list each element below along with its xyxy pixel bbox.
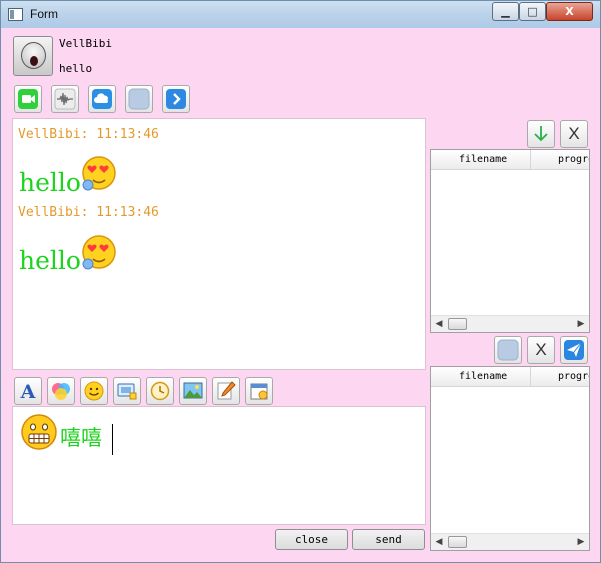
text-cursor: [112, 424, 113, 455]
close-window-button[interactable]: X: [546, 2, 593, 21]
smiley-icon: [84, 381, 104, 401]
table-header: filename progress: [431, 367, 589, 387]
more-button[interactable]: [162, 85, 190, 113]
heart-eyes-emoji-icon: [82, 235, 116, 270]
horizontal-scrollbar[interactable]: ◀ ▶: [431, 315, 589, 332]
clock-icon: [150, 381, 170, 401]
font-icon: A: [20, 381, 36, 402]
input-text: 嘻嘻: [60, 426, 102, 450]
scroll-thumb[interactable]: [448, 536, 467, 548]
accept-file-button[interactable]: [527, 120, 555, 148]
screenshot-icon: [117, 383, 137, 400]
horizontal-scrollbar[interactable]: ◀ ▶: [431, 533, 589, 550]
scroll-thumb[interactable]: [448, 318, 467, 330]
scroll-right-icon[interactable]: ▶: [573, 316, 589, 332]
color-button[interactable]: [47, 377, 75, 405]
arrow-right-icon: [166, 89, 186, 109]
send-button[interactable]: send: [352, 529, 425, 550]
font-button[interactable]: A: [14, 377, 42, 405]
screenshot-button[interactable]: [113, 377, 141, 405]
scroll-left-icon[interactable]: ◀: [431, 534, 447, 550]
grimace-emoji-icon: [21, 414, 57, 450]
cloud-button[interactable]: [88, 85, 116, 113]
message-input[interactable]: 嘻嘻: [12, 406, 426, 525]
column-progress[interactable]: progress: [558, 371, 589, 382]
arrow-down-icon: [534, 126, 548, 142]
send-file-table[interactable]: filename progress ◀ ▶: [430, 366, 590, 551]
column-filename[interactable]: filename: [459, 154, 507, 165]
title-bar: Form ▁ □ X: [0, 0, 601, 28]
blank-icon: [497, 339, 519, 361]
draw-button[interactable]: [212, 377, 240, 405]
message-text: hello: [19, 168, 81, 197]
heart-eyes-emoji-icon: [82, 156, 116, 191]
video-call-icon: [18, 89, 38, 109]
emoji-button[interactable]: [80, 377, 108, 405]
message-header: VellBibi: 11:13:46: [18, 205, 159, 220]
scroll-left-icon[interactable]: ◀: [431, 316, 447, 332]
reject-file-button[interactable]: X: [560, 120, 588, 148]
audio-button[interactable]: [51, 85, 79, 113]
pencil-icon: [217, 381, 236, 400]
avatar-face-icon: [21, 42, 46, 69]
message-text: hello: [19, 246, 81, 275]
blank-icon: [128, 88, 150, 110]
calendar-button[interactable]: [245, 377, 273, 405]
window-title: Form: [30, 7, 58, 21]
paper-plane-icon: [564, 340, 584, 360]
table-header: filename progress: [431, 150, 589, 170]
video-call-button[interactable]: [14, 85, 42, 113]
maximize-button[interactable]: □: [519, 2, 546, 21]
calendar-icon: [250, 383, 268, 400]
history-button[interactable]: [146, 377, 174, 405]
column-filename[interactable]: filename: [459, 371, 507, 382]
svg-text:A: A: [20, 381, 36, 402]
audio-wave-icon: [54, 88, 76, 110]
color-icon: [52, 383, 70, 400]
blank-button[interactable]: [125, 85, 153, 113]
scroll-right-icon[interactable]: ▶: [573, 534, 589, 550]
close-button[interactable]: close: [275, 529, 348, 550]
blank-tool-button[interactable]: [494, 336, 522, 364]
message-header: VellBibi: 11:13:46: [18, 127, 159, 142]
contact-signature: hello: [59, 62, 93, 75]
contact-name: VellBibi: [59, 37, 112, 50]
cancel-send-button[interactable]: X: [527, 336, 555, 364]
message-history[interactable]: VellBibi: 11:13:46 hello VellBibi: 11:13…: [12, 118, 426, 370]
chat-window: VellBibi hello VellBibi: 11:13:46 hello …: [0, 28, 601, 563]
minimize-button[interactable]: ▁: [492, 2, 519, 21]
avatar[interactable]: [13, 36, 53, 76]
column-progress[interactable]: progress: [558, 154, 589, 165]
receive-file-table[interactable]: filename progress ◀ ▶: [430, 149, 590, 333]
cloud-icon: [92, 89, 112, 109]
picture-icon: [183, 382, 203, 399]
window-icon: [8, 8, 23, 21]
picture-button[interactable]: [179, 377, 207, 405]
send-file-button[interactable]: [560, 336, 588, 364]
